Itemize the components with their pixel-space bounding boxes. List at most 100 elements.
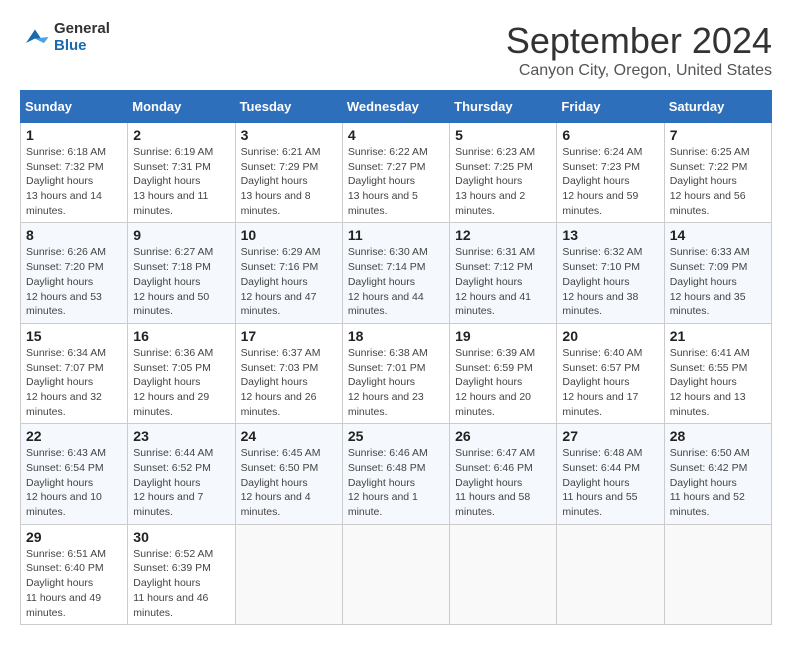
day-cell: 3 Sunrise: 6:21 AM Sunset: 7:29 PM Dayli… — [235, 123, 342, 223]
logo-general-text: General — [54, 20, 110, 37]
day-cell: 10 Sunrise: 6:29 AM Sunset: 7:16 PM Dayl… — [235, 223, 342, 323]
day-cell: 14 Sunrise: 6:33 AM Sunset: 7:09 PM Dayl… — [664, 223, 771, 323]
day-cell: 18 Sunrise: 6:38 AM Sunset: 7:01 PM Dayl… — [342, 323, 449, 423]
day-cell: 16 Sunrise: 6:36 AM Sunset: 7:05 PM Dayl… — [128, 323, 235, 423]
day-cell — [342, 524, 449, 624]
day-info: Sunrise: 6:24 AM Sunset: 7:23 PM Dayligh… — [562, 145, 658, 218]
day-info: Sunrise: 6:21 AM Sunset: 7:29 PM Dayligh… — [241, 145, 337, 218]
day-cell: 1 Sunrise: 6:18 AM Sunset: 7:32 PM Dayli… — [21, 123, 128, 223]
day-cell: 4 Sunrise: 6:22 AM Sunset: 7:27 PM Dayli… — [342, 123, 449, 223]
day-cell: 6 Sunrise: 6:24 AM Sunset: 7:23 PM Dayli… — [557, 123, 664, 223]
day-info: Sunrise: 6:39 AM Sunset: 6:59 PM Dayligh… — [455, 346, 551, 419]
week-row-5: 29 Sunrise: 6:51 AM Sunset: 6:40 PM Dayl… — [21, 524, 772, 624]
day-number: 6 — [562, 127, 658, 143]
day-number: 30 — [133, 529, 229, 545]
day-number: 7 — [670, 127, 766, 143]
day-info: Sunrise: 6:45 AM Sunset: 6:50 PM Dayligh… — [241, 446, 337, 519]
day-number: 11 — [348, 227, 444, 243]
month-title: September 2024 — [506, 20, 772, 62]
day-info: Sunrise: 6:33 AM Sunset: 7:09 PM Dayligh… — [670, 245, 766, 318]
day-number: 20 — [562, 328, 658, 344]
day-number: 29 — [26, 529, 122, 545]
logo-blue-text: Blue — [54, 37, 110, 54]
day-cell: 20 Sunrise: 6:40 AM Sunset: 6:57 PM Dayl… — [557, 323, 664, 423]
day-number: 19 — [455, 328, 551, 344]
day-info: Sunrise: 6:47 AM Sunset: 6:46 PM Dayligh… — [455, 446, 551, 519]
day-cell: 19 Sunrise: 6:39 AM Sunset: 6:59 PM Dayl… — [450, 323, 557, 423]
logo: General Blue — [20, 20, 110, 54]
day-number: 21 — [670, 328, 766, 344]
day-info: Sunrise: 6:52 AM Sunset: 6:39 PM Dayligh… — [133, 547, 229, 620]
day-cell: 12 Sunrise: 6:31 AM Sunset: 7:12 PM Dayl… — [450, 223, 557, 323]
week-row-2: 8 Sunrise: 6:26 AM Sunset: 7:20 PM Dayli… — [21, 223, 772, 323]
location-title: Canyon City, Oregon, United States — [506, 62, 772, 80]
header-tuesday: Tuesday — [235, 91, 342, 123]
day-cell: 11 Sunrise: 6:30 AM Sunset: 7:14 PM Dayl… — [342, 223, 449, 323]
week-row-1: 1 Sunrise: 6:18 AM Sunset: 7:32 PM Dayli… — [21, 123, 772, 223]
day-number: 4 — [348, 127, 444, 143]
day-cell: 8 Sunrise: 6:26 AM Sunset: 7:20 PM Dayli… — [21, 223, 128, 323]
day-info: Sunrise: 6:26 AM Sunset: 7:20 PM Dayligh… — [26, 245, 122, 318]
day-info: Sunrise: 6:18 AM Sunset: 7:32 PM Dayligh… — [26, 145, 122, 218]
day-cell: 22 Sunrise: 6:43 AM Sunset: 6:54 PM Dayl… — [21, 424, 128, 524]
week-row-4: 22 Sunrise: 6:43 AM Sunset: 6:54 PM Dayl… — [21, 424, 772, 524]
day-cell: 21 Sunrise: 6:41 AM Sunset: 6:55 PM Dayl… — [664, 323, 771, 423]
header-saturday: Saturday — [664, 91, 771, 123]
day-number: 27 — [562, 428, 658, 444]
day-info: Sunrise: 6:31 AM Sunset: 7:12 PM Dayligh… — [455, 245, 551, 318]
header-wednesday: Wednesday — [342, 91, 449, 123]
day-number: 15 — [26, 328, 122, 344]
day-cell: 26 Sunrise: 6:47 AM Sunset: 6:46 PM Dayl… — [450, 424, 557, 524]
day-cell — [557, 524, 664, 624]
day-info: Sunrise: 6:29 AM Sunset: 7:16 PM Dayligh… — [241, 245, 337, 318]
day-info: Sunrise: 6:19 AM Sunset: 7:31 PM Dayligh… — [133, 145, 229, 218]
day-number: 26 — [455, 428, 551, 444]
title-section: September 2024 Canyon City, Oregon, Unit… — [506, 20, 772, 80]
day-cell: 2 Sunrise: 6:19 AM Sunset: 7:31 PM Dayli… — [128, 123, 235, 223]
day-info: Sunrise: 6:44 AM Sunset: 6:52 PM Dayligh… — [133, 446, 229, 519]
day-number: 2 — [133, 127, 229, 143]
day-number: 5 — [455, 127, 551, 143]
day-number: 28 — [670, 428, 766, 444]
day-info: Sunrise: 6:51 AM Sunset: 6:40 PM Dayligh… — [26, 547, 122, 620]
day-info: Sunrise: 6:37 AM Sunset: 7:03 PM Dayligh… — [241, 346, 337, 419]
day-cell: 23 Sunrise: 6:44 AM Sunset: 6:52 PM Dayl… — [128, 424, 235, 524]
day-info: Sunrise: 6:22 AM Sunset: 7:27 PM Dayligh… — [348, 145, 444, 218]
week-row-3: 15 Sunrise: 6:34 AM Sunset: 7:07 PM Dayl… — [21, 323, 772, 423]
day-number: 17 — [241, 328, 337, 344]
day-info: Sunrise: 6:38 AM Sunset: 7:01 PM Dayligh… — [348, 346, 444, 419]
header-thursday: Thursday — [450, 91, 557, 123]
day-info: Sunrise: 6:43 AM Sunset: 6:54 PM Dayligh… — [26, 446, 122, 519]
day-number: 12 — [455, 227, 551, 243]
header-sunday: Sunday — [21, 91, 128, 123]
logo-icon — [20, 22, 50, 52]
day-cell: 7 Sunrise: 6:25 AM Sunset: 7:22 PM Dayli… — [664, 123, 771, 223]
day-number: 22 — [26, 428, 122, 444]
day-number: 25 — [348, 428, 444, 444]
day-info: Sunrise: 6:32 AM Sunset: 7:10 PM Dayligh… — [562, 245, 658, 318]
day-info: Sunrise: 6:50 AM Sunset: 6:42 PM Dayligh… — [670, 446, 766, 519]
day-number: 3 — [241, 127, 337, 143]
day-number: 23 — [133, 428, 229, 444]
day-number: 16 — [133, 328, 229, 344]
day-cell: 17 Sunrise: 6:37 AM Sunset: 7:03 PM Dayl… — [235, 323, 342, 423]
day-cell: 15 Sunrise: 6:34 AM Sunset: 7:07 PM Dayl… — [21, 323, 128, 423]
day-info: Sunrise: 6:40 AM Sunset: 6:57 PM Dayligh… — [562, 346, 658, 419]
day-cell: 5 Sunrise: 6:23 AM Sunset: 7:25 PM Dayli… — [450, 123, 557, 223]
day-cell — [450, 524, 557, 624]
day-cell: 9 Sunrise: 6:27 AM Sunset: 7:18 PM Dayli… — [128, 223, 235, 323]
day-cell: 28 Sunrise: 6:50 AM Sunset: 6:42 PM Dayl… — [664, 424, 771, 524]
day-cell: 30 Sunrise: 6:52 AM Sunset: 6:39 PM Dayl… — [128, 524, 235, 624]
day-number: 10 — [241, 227, 337, 243]
day-info: Sunrise: 6:30 AM Sunset: 7:14 PM Dayligh… — [348, 245, 444, 318]
day-cell: 29 Sunrise: 6:51 AM Sunset: 6:40 PM Dayl… — [21, 524, 128, 624]
day-info: Sunrise: 6:36 AM Sunset: 7:05 PM Dayligh… — [133, 346, 229, 419]
day-cell: 13 Sunrise: 6:32 AM Sunset: 7:10 PM Dayl… — [557, 223, 664, 323]
day-cell: 27 Sunrise: 6:48 AM Sunset: 6:44 PM Dayl… — [557, 424, 664, 524]
day-cell: 24 Sunrise: 6:45 AM Sunset: 6:50 PM Dayl… — [235, 424, 342, 524]
day-number: 9 — [133, 227, 229, 243]
header-friday: Friday — [557, 91, 664, 123]
day-info: Sunrise: 6:41 AM Sunset: 6:55 PM Dayligh… — [670, 346, 766, 419]
day-info: Sunrise: 6:23 AM Sunset: 7:25 PM Dayligh… — [455, 145, 551, 218]
day-cell: 25 Sunrise: 6:46 AM Sunset: 6:48 PM Dayl… — [342, 424, 449, 524]
